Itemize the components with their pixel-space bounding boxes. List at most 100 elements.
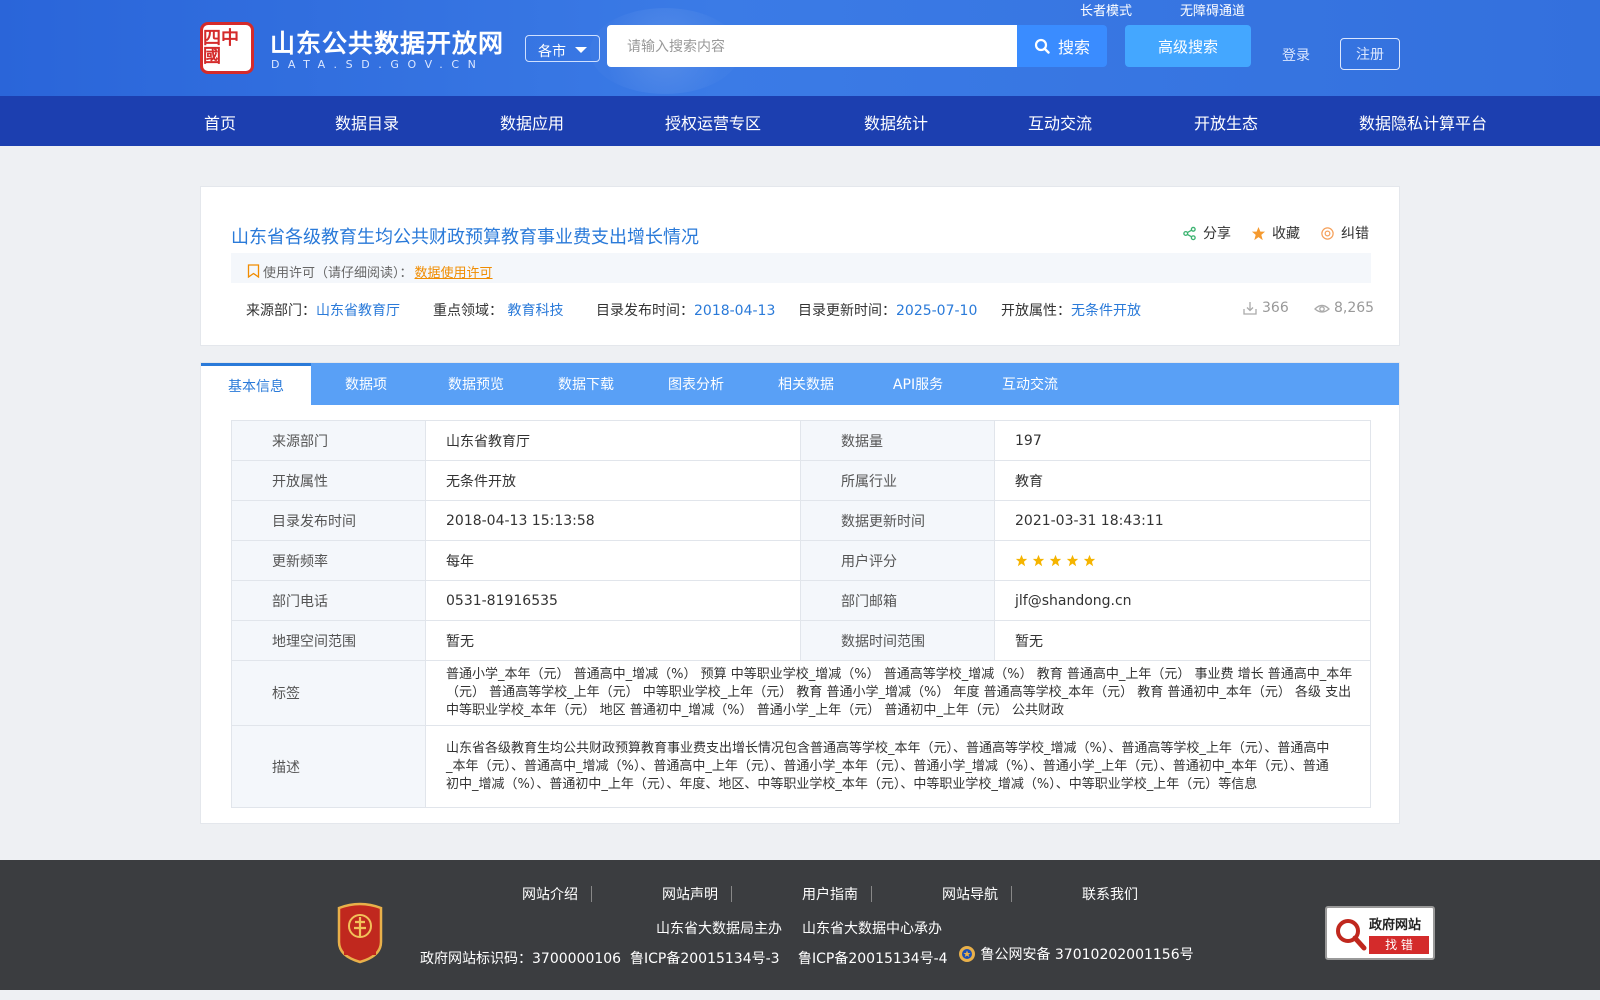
row-label: 部门电话 [231, 580, 426, 621]
report-icon [1321, 226, 1334, 240]
footer-link-statement[interactable]: 网站声明 [620, 884, 760, 904]
search-input[interactable] [607, 25, 1017, 67]
row-label: 更新频率 [231, 540, 426, 581]
footer-divider [731, 886, 732, 902]
city-select[interactable]: 各市 [525, 35, 600, 62]
table-row: 来源部门 山东省教育厅 数据量 197 [231, 420, 1371, 461]
nav-item-privacy-computing[interactable]: 数据隐私计算平台 [1359, 110, 1487, 134]
user-rating-stars[interactable] [1015, 554, 1370, 567]
footer-link-sitemap[interactable]: 网站导航 [900, 884, 1040, 904]
footer-link-contact[interactable]: 联系我们 [1040, 884, 1180, 904]
table-row: 地理空间范围 暂无 数据时间范围 暂无 [231, 620, 1371, 661]
tab-data-items[interactable]: 数据项 [311, 363, 421, 405]
footer-link-guide[interactable]: 用户指南 [760, 884, 900, 904]
table-row: 描述 山东省各级教育生均公共财政预算教育事业费支出增长情况包含普通高等学校_本年… [231, 725, 1371, 808]
description-label: 描述 [231, 725, 426, 808]
rating-cell [994, 540, 1371, 581]
share-button[interactable]: 分享 [1182, 223, 1231, 243]
nav-item-interaction[interactable]: 互动交流 [1028, 110, 1092, 134]
nav-item-home[interactable]: 首页 [204, 110, 236, 134]
meta-domain-value[interactable]: 教育科技 [507, 303, 563, 319]
register-button[interactable]: 注册 [1340, 38, 1400, 70]
row-label: 来源部门 [231, 420, 426, 461]
row-value: 0531-81916535 [425, 580, 801, 621]
row-value: 2021-03-31 18:43:11 [994, 500, 1371, 541]
tab-basic-info[interactable]: 基本信息 [201, 363, 311, 405]
footer-host: 山东省大数据局主办 [656, 921, 782, 937]
view-count-value: 8,265 [1334, 300, 1375, 316]
meta-domain-label: 重点领域： [433, 303, 503, 319]
site-title[interactable]: 山东公共数据开放网 [270, 24, 504, 60]
row-label: 地理空间范围 [231, 620, 426, 661]
dataset-summary-card: 山东省各级教育生均公共财政预算教育事业费支出增长情况 分享 收藏 纠错 使用许可… [200, 186, 1400, 346]
table-row: 开放属性 无条件开放 所属行业 教育 [231, 460, 1371, 501]
tab-related-data[interactable]: 相关数据 [751, 363, 861, 405]
tab-interaction[interactable]: 互动交流 [975, 363, 1085, 405]
logo-chars: 四中國 [203, 28, 239, 67]
row-value: 197 [994, 420, 1371, 461]
footer-divider [871, 886, 872, 902]
search-button[interactable]: 搜索 [1017, 25, 1107, 67]
report-label: 纠错 [1341, 226, 1369, 242]
search-button-label: 搜索 [1057, 38, 1090, 57]
eye-icon [1314, 304, 1330, 313]
nav-item-authorized-ops[interactable]: 授权运营专区 [665, 110, 761, 134]
report-error-button[interactable]: 纠错 [1320, 223, 1369, 243]
footer-icp-1[interactable]: 鲁ICP备20015134号-3 [630, 948, 780, 968]
error-report-label: 找 错 [1369, 936, 1429, 954]
table-row: 更新频率 每年 用户评分 [231, 540, 1371, 581]
nav-item-catalog[interactable]: 数据目录 [335, 110, 399, 134]
star-icon[interactable] [1049, 554, 1062, 567]
row-value: 每年 [425, 540, 801, 581]
logo-seal-icon[interactable]: 四中國 [200, 22, 254, 74]
bookmark-icon [247, 264, 260, 278]
tab-data-preview[interactable]: 数据预览 [421, 363, 531, 405]
description-value: 山东省各级教育生均公共财政预算教育事业费支出增长情况包含普通高等学校_本年（元）… [425, 725, 1371, 808]
dataset-detail-card: 基本信息 数据项 数据预览 数据下载 图表分析 相关数据 API服务 互动交流 … [200, 362, 1400, 824]
meta-source-value[interactable]: 山东省教育厅 [316, 303, 400, 319]
elder-mode-link[interactable]: 长者模式 [1080, 0, 1132, 19]
login-link[interactable]: 登录 [1282, 45, 1310, 65]
footer-link-about[interactable]: 网站介绍 [480, 884, 620, 904]
row-value: 无条件开放 [425, 460, 801, 501]
star-icon [1251, 226, 1266, 240]
meta-open: 开放属性：无条件开放 [1001, 300, 1141, 320]
footer-icp-2[interactable]: 鲁ICP备20015134号-4 [798, 948, 948, 968]
meta-source: 来源部门：山东省教育厅 [246, 300, 400, 320]
dataset-actions: 分享 收藏 纠错 [1182, 223, 1369, 243]
basic-info-table: 来源部门 山东省教育厅 数据量 197 开放属性 无条件开放 所属行业 教育 目… [231, 420, 1371, 808]
gov-site-error-report-button[interactable]: 政府网站 找 错 [1325, 906, 1435, 960]
meta-open-label: 开放属性： [1001, 303, 1071, 319]
tags-label: 标签 [231, 660, 426, 726]
nav-item-ecosystem[interactable]: 开放生态 [1194, 110, 1258, 134]
row-value: 2018-04-13 15:13:58 [425, 500, 801, 541]
footer-divider [1011, 886, 1012, 902]
row-label: 所属行业 [800, 460, 995, 501]
footer-police-record[interactable]: 鲁公网安备 37010202001156号 [958, 944, 1194, 965]
footer-gov-id: 政府网站标识码：3700000106 [420, 951, 622, 967]
meta-source-label: 来源部门： [246, 303, 316, 319]
row-value: 暂无 [425, 620, 801, 661]
star-icon[interactable] [1015, 554, 1028, 567]
row-value: 暂无 [994, 620, 1371, 661]
footer-undertake: 山东省大数据中心承办 [802, 921, 942, 937]
nav-item-apps[interactable]: 数据应用 [500, 110, 564, 134]
favorite-button[interactable]: 收藏 [1251, 223, 1300, 243]
tab-bar: 基本信息 数据项 数据预览 数据下载 图表分析 相关数据 API服务 互动交流 [201, 363, 1399, 405]
star-icon[interactable] [1066, 554, 1079, 567]
download-count-value: 366 [1262, 300, 1289, 316]
meta-domain: 重点领域： 教育科技 [433, 300, 563, 320]
tab-chart-analysis[interactable]: 图表分析 [641, 363, 751, 405]
table-row: 标签 普通小学_本年（元） 普通高中_增减（%） 预算 中等职业学校_增减（%）… [231, 660, 1371, 726]
tags-value: 普通小学_本年（元） 普通高中_增减（%） 预算 中等职业学校_增减（%） 普通… [425, 660, 1371, 726]
tab-api-service[interactable]: API服务 [861, 363, 975, 405]
tab-data-download[interactable]: 数据下载 [531, 363, 641, 405]
star-icon[interactable] [1032, 554, 1045, 567]
party-gov-badge-icon[interactable] [333, 902, 387, 964]
nav-item-statistics[interactable]: 数据统计 [864, 110, 928, 134]
advanced-search-button[interactable]: 高级搜索 [1125, 25, 1251, 67]
row-label: 用户评分 [800, 540, 995, 581]
accessibility-link[interactable]: 无障碍通道 [1180, 0, 1245, 19]
star-icon[interactable] [1083, 554, 1096, 567]
license-link[interactable]: 数据使用许可 [415, 262, 493, 281]
